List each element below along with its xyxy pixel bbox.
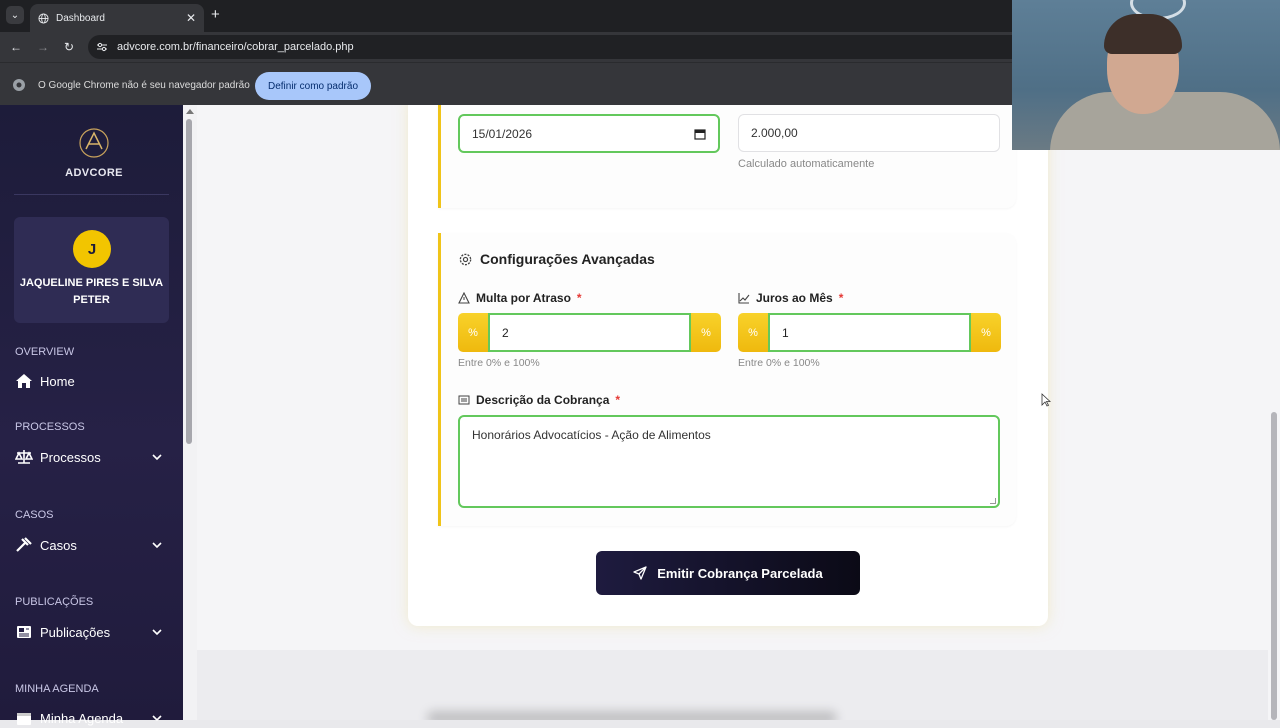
url-text: advcore.com.br/financeiro/cobrar_parcela…	[117, 41, 354, 53]
submit-label: Emitir Cobrança Parcelada	[657, 565, 823, 581]
interest-input-group: % 1 %	[738, 313, 1001, 352]
required-mark: *	[576, 291, 582, 305]
section-title-publicacoes: PUBLICAÇÕES	[15, 596, 94, 608]
required-mark: *	[615, 393, 621, 407]
fine-hint: Entre 0% e 100%	[458, 357, 540, 369]
chevron-down-icon[interactable]	[152, 627, 162, 637]
tab-search-button[interactable]: ⌄	[6, 6, 24, 24]
webcam-overlay	[1012, 0, 1280, 150]
installment-section: 15/01/2026 2.000,00 Calculado automatica…	[438, 105, 1016, 208]
percent-prefix: %	[738, 313, 768, 352]
installment-amount-value: 2.000,00	[751, 126, 798, 140]
section-title-overview: OVERVIEW	[15, 346, 75, 358]
sidebar-item-processos[interactable]: Processos	[15, 447, 165, 467]
advanced-settings-title-text: Configurações Avançadas	[480, 251, 655, 267]
user-name: JAQUELINE PIRES E SILVA PETER	[19, 277, 164, 306]
sidebar-item-label: Home	[40, 373, 75, 389]
sidebar-item-home[interactable]: Home	[15, 371, 165, 391]
logo-text: ADVCORE	[65, 167, 123, 179]
sidebar-item-agenda[interactable]: Minha Agenda	[15, 708, 165, 728]
interest-value: 1	[782, 325, 789, 340]
scrollbar-thumb[interactable]	[1271, 412, 1277, 720]
section-title-agenda: MINHA AGENDA	[15, 683, 99, 695]
infobar-message: O Google Chrome não é seu navegador padr…	[38, 80, 250, 91]
fine-input-group: % 2 %	[458, 313, 721, 352]
user-card[interactable]: J JAQUELINE PIRES E SILVA PETER	[14, 217, 169, 323]
send-icon	[633, 566, 647, 580]
calendar-icon	[17, 713, 31, 725]
set-default-button[interactable]: Definir como padrão	[255, 72, 371, 100]
sidebar-item-label: Minha Agenda	[40, 710, 124, 726]
fine-input[interactable]: 2	[488, 313, 691, 352]
amount-hint: Calculado automaticamente	[738, 158, 875, 170]
sidebar-item-label: Casos	[40, 537, 77, 553]
browser-tab[interactable]: Dashboard ✕	[30, 4, 204, 32]
due-date-input[interactable]: 15/01/2026	[458, 114, 720, 153]
line-chart-icon	[738, 293, 750, 304]
globe-icon	[38, 12, 49, 24]
interest-label: Juros ao Mês *	[738, 291, 843, 305]
avatar: J	[73, 230, 111, 268]
chevron-down-icon[interactable]	[152, 540, 162, 550]
description-label: Descrição da Cobrança *	[458, 393, 620, 407]
sidebar-divider	[14, 194, 169, 195]
mouse-cursor-icon	[1041, 393, 1051, 407]
sidebar: ADVCORE J JAQUELINE PIRES E SILVA PETER …	[0, 105, 183, 726]
new-tab-icon[interactable]: +	[211, 6, 220, 24]
interest-input[interactable]: 1	[768, 313, 971, 352]
page-footer-area	[197, 650, 1268, 720]
section-title-casos: CASOS	[15, 509, 54, 521]
interest-label-text: Juros ao Mês	[756, 291, 833, 305]
presenter-hair	[1104, 14, 1182, 54]
home-icon	[16, 374, 32, 388]
gear-icon	[459, 253, 472, 265]
main-content: 15/01/2026 2.000,00 Calculado automatica…	[197, 105, 1268, 720]
fine-label: Multa por Atraso *	[458, 291, 582, 305]
advanced-settings-section: Configurações Avançadas Multa por Atraso…	[438, 233, 1016, 526]
description-label-text: Descrição da Cobrança	[476, 393, 610, 407]
scrollbar-thumb[interactable]	[186, 119, 192, 444]
installment-amount-field[interactable]: 2.000,00	[738, 114, 1000, 152]
calendar-picker-icon[interactable]	[694, 128, 706, 140]
description-value: Honorários Advocatícios - Ação de Alimen…	[472, 428, 711, 442]
fine-label-text: Multa por Atraso	[476, 291, 571, 305]
chevron-down-icon[interactable]	[152, 713, 162, 723]
charge-form-card: 15/01/2026 2.000,00 Calculado automatica…	[408, 105, 1048, 626]
chrome-icon	[13, 79, 25, 91]
sidebar-item-publicacoes[interactable]: Publicações	[15, 622, 165, 642]
close-tab-icon[interactable]: ✕	[186, 11, 196, 25]
interest-hint: Entre 0% e 100%	[738, 357, 820, 369]
back-icon[interactable]: ←	[10, 40, 22, 54]
warning-icon	[458, 292, 470, 304]
resize-handle[interactable]	[990, 498, 996, 504]
scale-icon	[15, 450, 33, 464]
page-scrollbar[interactable]	[1268, 150, 1280, 720]
advanced-settings-title: Configurações Avançadas	[458, 251, 655, 267]
percent-prefix: %	[458, 313, 488, 352]
forward-icon[interactable]: →	[37, 40, 49, 54]
sidebar-item-label: Publicações	[40, 624, 111, 640]
gavel-icon	[16, 537, 32, 552]
submit-installment-button[interactable]: Emitir Cobrança Parcelada	[596, 551, 860, 595]
scale-logo-icon	[79, 128, 109, 158]
sidebar-item-casos[interactable]: Casos	[15, 535, 165, 555]
required-mark: *	[838, 291, 844, 305]
fine-value: 2	[502, 325, 509, 340]
site-settings-icon[interactable]	[96, 41, 108, 53]
scroll-up-arrow[interactable]	[186, 109, 194, 114]
app-logo[interactable]: ADVCORE	[63, 125, 125, 179]
description-textarea[interactable]: Honorários Advocatícios - Ação de Alimen…	[458, 415, 1000, 508]
percent-suffix: %	[971, 313, 1001, 352]
percent-suffix: %	[691, 313, 721, 352]
next-card-shadow	[427, 711, 837, 720]
tab-title: Dashboard	[56, 12, 105, 24]
chevron-down-icon[interactable]	[152, 452, 162, 462]
reload-icon[interactable]: ↻	[64, 40, 74, 54]
due-date-value: 15/01/2026	[472, 126, 533, 141]
sidebar-scrollbar[interactable]	[183, 105, 197, 720]
sidebar-item-label: Processos	[40, 449, 101, 465]
newspaper-icon	[17, 626, 31, 638]
section-title-processos: PROCESSOS	[15, 421, 85, 433]
text-lines-icon	[458, 395, 470, 405]
